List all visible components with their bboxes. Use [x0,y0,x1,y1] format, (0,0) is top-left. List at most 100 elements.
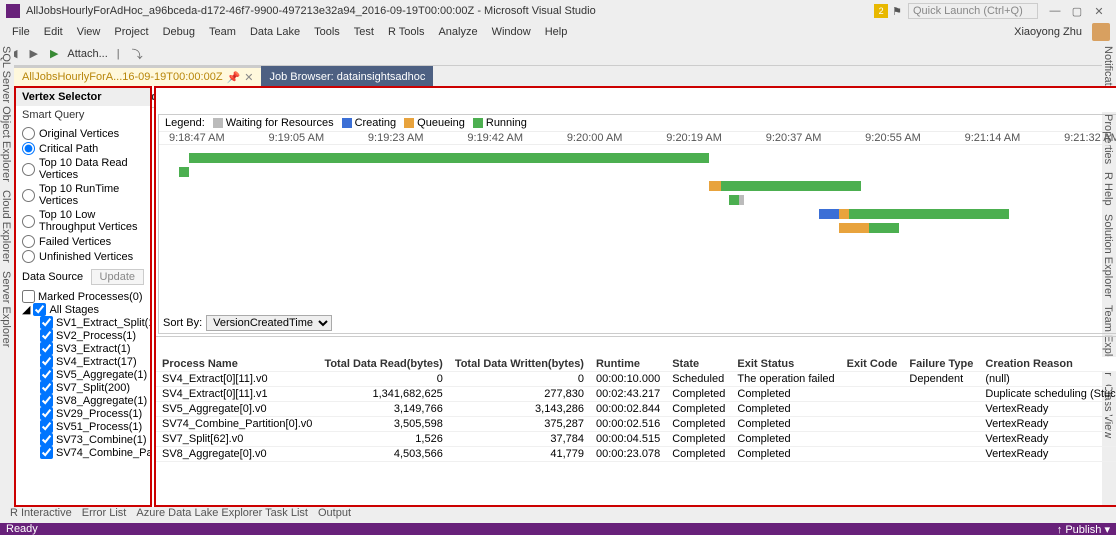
table-row[interactable]: SV5_Aggregate[0].v03,149,7663,143,28600:… [156,402,1116,417]
menu-analyze[interactable]: Analyze [432,24,483,40]
column-header[interactable]: Total Data Read(bytes) [318,357,448,372]
radio-input[interactable] [22,127,35,140]
tab-adl-tasklist[interactable]: Azure Data Lake Explorer Task List [136,507,308,523]
gantt-chart[interactable] [159,145,1116,265]
stage-node[interactable]: SV3_Extract(1) [20,342,146,355]
column-header[interactable]: Runtime [590,357,666,372]
checkbox[interactable] [40,316,53,329]
radio-throughput[interactable]: Top 10 Low Throughput Vertices [20,208,146,234]
menu-tools[interactable]: Tools [308,24,346,40]
column-header[interactable]: Creation Reason [979,357,1116,372]
vertex-selector-panel: Vertex Selector Smart Query Original Ver… [14,86,152,507]
cloud-explorer-tab[interactable]: Cloud Explorer [0,190,14,263]
start-button[interactable]: ▶ [47,47,61,60]
server-explorer-tab[interactable]: Server Explorer [0,271,14,347]
stage-node[interactable]: SV74_Combine_Partition(1) [20,446,146,459]
checkbox[interactable] [40,446,53,459]
close-button[interactable]: ✕ [1088,5,1110,18]
radio-input[interactable] [22,163,35,176]
radio-input[interactable] [22,215,35,228]
radio-original[interactable]: Original Vertices [20,126,146,141]
column-header[interactable]: Failure Type [903,357,979,372]
table-row[interactable]: SV8_Aggregate[0].v04,503,56641,77900:00:… [156,447,1116,462]
publish-button[interactable]: ↑ Publish ▾ [1057,523,1110,535]
tab-output[interactable]: Output [318,507,351,523]
column-header[interactable]: State [666,357,731,372]
stage-node[interactable]: SV1_Extract_Split(1) [20,316,146,329]
user-account[interactable]: Xiaoyong Zhu [1008,23,1110,41]
notification-badge[interactable]: 2 [874,4,888,18]
tab-alljobs[interactable]: AllJobsHourlyForA...16-09-19T00:00:00Z 📌… [14,66,261,86]
tab-errorlist[interactable]: Error List [82,507,127,523]
checkbox[interactable] [22,290,35,303]
all-stages-node[interactable]: ◢All Stages [20,303,146,316]
radio-dataread[interactable]: Top 10 Data Read Vertices [20,156,146,182]
menu-window[interactable]: Window [486,24,537,40]
column-header[interactable]: Total Data Written(bytes) [449,357,590,372]
radio-input[interactable] [22,235,35,248]
checkbox[interactable] [33,303,46,316]
sort-row: Sort By: VersionCreatedTime [163,315,332,331]
table-row[interactable]: SV74_Combine_Partition[0].v03,505,598375… [156,417,1116,432]
checkbox[interactable] [40,407,53,420]
stage-node[interactable]: SV51_Process(1) [20,420,146,433]
expand-icon[interactable]: ◢ [22,303,30,316]
menu-file[interactable]: File [6,24,36,40]
flag-icon[interactable]: ⚑ [892,5,902,18]
menu-project[interactable]: Project [108,24,154,40]
marked-processes-node[interactable]: Marked Processes(0) [20,290,146,303]
tab-jobbrowser[interactable]: Job Browser: datainsightsadhoc [261,66,433,86]
table-row[interactable]: SV7_Split[62].v01,52637,78400:00:04.515C… [156,432,1116,447]
menu-rtools[interactable]: R Tools [382,24,430,40]
menu-help[interactable]: Help [539,24,574,40]
radio-runtime[interactable]: Top 10 RunTime Vertices [20,182,146,208]
close-tab-icon[interactable]: ✕ [244,71,253,84]
checkbox[interactable] [40,342,53,355]
table-row[interactable]: SV4_Extract[0][11].v00000:00:10.000Sched… [156,372,1116,387]
radio-unfinished[interactable]: Unfinished Vertices [20,249,146,264]
sql-explorer-tab[interactable]: SQL Server Object Explorer [0,46,14,182]
radio-input[interactable] [22,189,35,202]
checkbox[interactable] [40,433,53,446]
attach-button[interactable]: Attach... [67,48,107,60]
stage-node[interactable]: SV29_Process(1) [20,407,146,420]
stage-node[interactable]: SV5_Aggregate(1) [20,368,146,381]
minimize-button[interactable]: — [1044,5,1066,17]
node-label: SV74_Combine_Partition(1) [56,447,150,459]
restore-button[interactable]: ▢ [1066,5,1088,18]
column-header[interactable]: Exit Status [731,357,840,372]
menu-datalake[interactable]: Data Lake [244,24,306,40]
column-header[interactable]: Exit Code [841,357,904,372]
tab-rinteractive[interactable]: R Interactive [10,507,72,523]
quick-launch-input[interactable]: Quick Launch (Ctrl+Q) [908,3,1038,19]
menu-test[interactable]: Test [348,24,380,40]
radio-critical[interactable]: Critical Path [20,141,146,156]
stage-node[interactable]: SV7_Split(200) [20,381,146,394]
checkbox[interactable] [40,420,53,433]
step-icon[interactable]: ⤵ [129,46,146,62]
process-grid[interactable]: Process NameTotal Data Read(bytes)Total … [156,357,1116,505]
update-button[interactable]: Update [91,269,144,285]
radio-input[interactable] [22,250,35,263]
stage-node[interactable]: SV2_Process(1) [20,329,146,342]
stage-node[interactable]: SV73_Combine(1) [20,433,146,446]
nav-fwd-button[interactable]: ▶ [26,47,40,60]
radio-failed[interactable]: Failed Vertices [20,234,146,249]
menu-team[interactable]: Team [203,24,242,40]
timeline-panel: Legend: Waiting for Resources Creating Q… [158,114,1116,334]
radio-input[interactable] [22,142,35,155]
column-header[interactable]: Process Name [156,357,318,372]
checkbox[interactable] [40,368,53,381]
sort-select[interactable]: VersionCreatedTime [206,315,332,331]
menu-view[interactable]: View [71,24,107,40]
checkbox[interactable] [40,355,53,368]
stage-node[interactable]: SV4_Extract(17) [20,355,146,368]
checkbox[interactable] [40,329,53,342]
menu-edit[interactable]: Edit [38,24,69,40]
stage-node[interactable]: SV8_Aggregate(1) [20,394,146,407]
checkbox[interactable] [40,394,53,407]
checkbox[interactable] [40,381,53,394]
menu-debug[interactable]: Debug [157,24,201,40]
pin-icon[interactable]: 📌 [227,71,241,84]
table-row[interactable]: SV4_Extract[0][11].v11,341,682,625277,83… [156,387,1116,402]
